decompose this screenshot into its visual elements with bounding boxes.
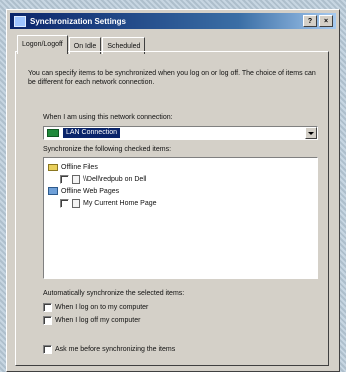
connection-selected-value: LAN Connection <box>63 128 120 138</box>
tree-item-label: \\Dell\redpub on Dell <box>83 175 147 183</box>
option-log-on[interactable]: When I log on to my computer <box>43 302 148 312</box>
window-title: Synchronization Settings <box>30 16 127 26</box>
auto-sync-label: Automatically synchronize the selected i… <box>43 290 185 297</box>
synchronization-settings-window: Synchronization Settings ? × Logon/Logof… <box>6 9 340 372</box>
close-button[interactable]: × <box>319 15 333 27</box>
items-label: Synchronize the following checked items: <box>43 146 172 153</box>
web-pages-icon <box>48 187 58 195</box>
help-button[interactable]: ? <box>303 15 317 27</box>
chevron-down-icon <box>308 131 314 135</box>
page-icon <box>72 174 80 184</box>
tree-item-offline-web-pages[interactable]: Offline Web Pages <box>48 186 119 196</box>
ask-checkbox[interactable] <box>43 344 52 354</box>
option-label: Ask me before synchronizing the items <box>55 345 176 353</box>
tree-item-label: Offline Web Pages <box>61 187 120 195</box>
title-bar[interactable]: Synchronization Settings ? × <box>10 13 336 29</box>
intro-text: You can specify items to be synchronized… <box>28 70 316 86</box>
folder-icon <box>48 163 58 171</box>
connection-dropdown[interactable]: LAN Connection <box>43 126 318 140</box>
network-connection-icon <box>47 129 59 137</box>
tree-item-dell-redpub[interactable]: \\Dell\redpub on Dell <box>60 174 146 184</box>
sync-items-tree[interactable]: Offline Files \\Dell\redpub on Dell Offl… <box>43 157 318 279</box>
item-checkbox[interactable] <box>60 174 69 184</box>
sync-app-icon <box>14 15 26 27</box>
tree-item-label: My Current Home Page <box>83 199 157 207</box>
option-label: When I log off my computer <box>55 316 141 324</box>
log-on-checkbox[interactable] <box>43 302 52 312</box>
tree-item-offline-files[interactable]: Offline Files <box>48 162 98 172</box>
log-off-checkbox[interactable] <box>43 315 52 325</box>
tree-item-label: Offline Files <box>61 163 98 171</box>
item-checkbox[interactable] <box>60 198 69 208</box>
logon-logoff-panel: You can specify items to be synchronized… <box>15 51 329 366</box>
option-ask-before-sync[interactable]: Ask me before synchronizing the items <box>43 344 175 354</box>
dropdown-button[interactable] <box>305 127 317 139</box>
tree-item-current-home-page[interactable]: My Current Home Page <box>60 198 157 208</box>
option-label: When I log on to my computer <box>55 303 149 311</box>
page-icon <box>72 198 80 208</box>
connection-label: When I am using this network connection: <box>43 114 173 121</box>
tab-logon-logoff[interactable]: Logon/Logoff <box>17 35 68 54</box>
option-log-off[interactable]: When I log off my computer <box>43 315 140 325</box>
title-controls: ? × <box>303 15 333 27</box>
